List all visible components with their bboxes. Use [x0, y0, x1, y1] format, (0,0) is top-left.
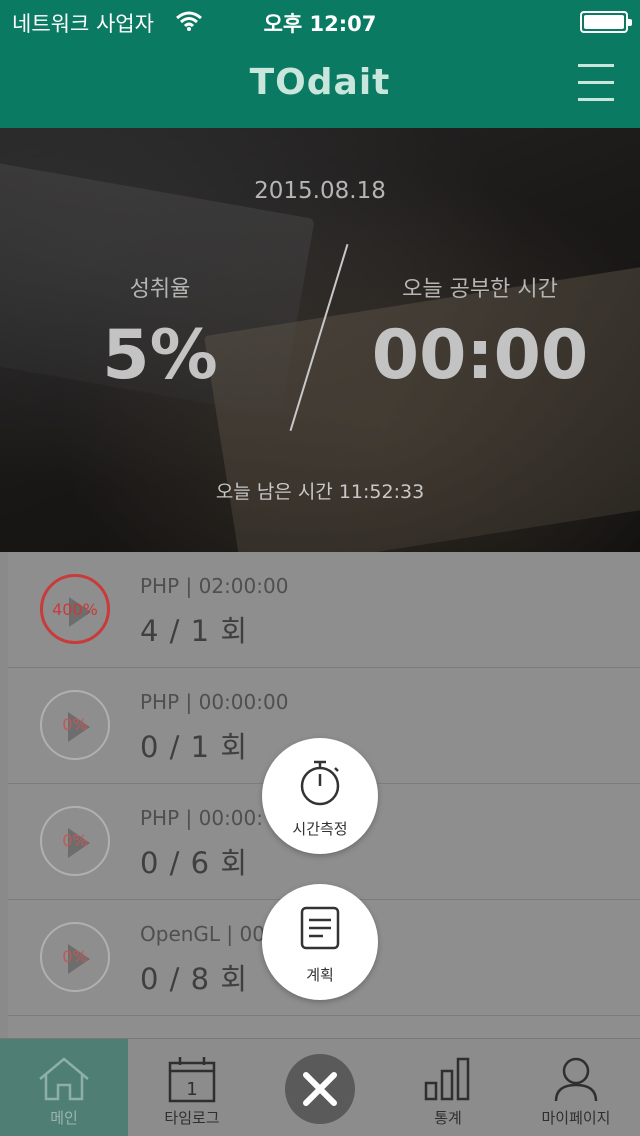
- plan-button[interactable]: 계획: [262, 884, 378, 1000]
- timer-button[interactable]: 시간측정: [262, 738, 378, 854]
- stopwatch-icon: [300, 760, 340, 806]
- task-count: 0 / 8 회: [140, 962, 249, 996]
- play-button[interactable]: 0%: [40, 806, 110, 876]
- timer-label: 시간측정: [292, 820, 348, 838]
- status-bar: 네트워크 사업자 오후 12:07: [0, 0, 640, 44]
- task-meta: PHP | 00:00:00: [140, 690, 289, 714]
- achievement-label: 성취율: [129, 277, 191, 302]
- progress-percent: 0%: [62, 831, 88, 850]
- summary-hero: 2015.08.18 성취율 오늘 공부한 시간 5% 00:00 오늘 남은 …: [0, 128, 640, 552]
- tab-stats-label: 통계: [434, 1109, 462, 1127]
- play-button[interactable]: 400%: [40, 574, 110, 644]
- progress-percent: 0%: [62, 947, 88, 966]
- progress-percent: 0%: [62, 715, 88, 734]
- current-date: 2015.08.18: [254, 178, 386, 204]
- calendar-icon: 1: [168, 1057, 216, 1103]
- task-meta: PHP | 02:00:00: [140, 574, 289, 598]
- tab-mypage-label: 마이페이지: [541, 1109, 611, 1127]
- list-item[interactable]: 400% PHP | 02:00:00 4 / 1 회: [8, 552, 640, 668]
- tab-stats[interactable]: 통계: [384, 1039, 512, 1136]
- tab-main-label: 메인: [50, 1109, 78, 1127]
- tab-mypage[interactable]: 마이페이지: [512, 1039, 640, 1136]
- tab-main[interactable]: 메인: [0, 1039, 128, 1136]
- study-time-label: 오늘 공부한 시간: [402, 277, 558, 302]
- achievement-value: 5%: [102, 316, 218, 395]
- progress-percent: 400%: [52, 600, 98, 619]
- document-icon: [300, 906, 340, 950]
- close-icon: [303, 1072, 337, 1106]
- task-count: 0 / 6 회: [140, 846, 249, 880]
- calendar-day: 1: [186, 1079, 197, 1100]
- status-time: 오후 12:07: [263, 12, 377, 36]
- tab-timelog[interactable]: 1 타임로그: [128, 1039, 256, 1136]
- study-time-value: 00:00: [371, 316, 589, 395]
- remaining-time: 오늘 남은 시간 11:52:33: [215, 481, 425, 503]
- top-bar: 네트워크 사업자 오후 12:07 TOdait: [0, 0, 640, 128]
- app-logo: TOdait: [249, 62, 391, 103]
- task-count: 4 / 1 회: [140, 614, 249, 648]
- battery-icon: [580, 11, 632, 33]
- plan-label: 계획: [306, 966, 334, 984]
- task-count: 0 / 1 회: [140, 730, 249, 764]
- task-meta: OpenGL | 00: [140, 922, 265, 946]
- bar-chart-icon: [424, 1057, 470, 1101]
- close-button[interactable]: [285, 1054, 355, 1124]
- task-meta: PHP | 00:00:: [140, 806, 263, 830]
- tab-timelog-label: 타임로그: [164, 1109, 220, 1127]
- home-icon: [39, 1057, 89, 1101]
- play-button[interactable]: 0%: [40, 690, 110, 760]
- menu-icon[interactable]: [578, 64, 614, 102]
- user-icon: [554, 1057, 598, 1102]
- play-button[interactable]: 0%: [40, 922, 110, 992]
